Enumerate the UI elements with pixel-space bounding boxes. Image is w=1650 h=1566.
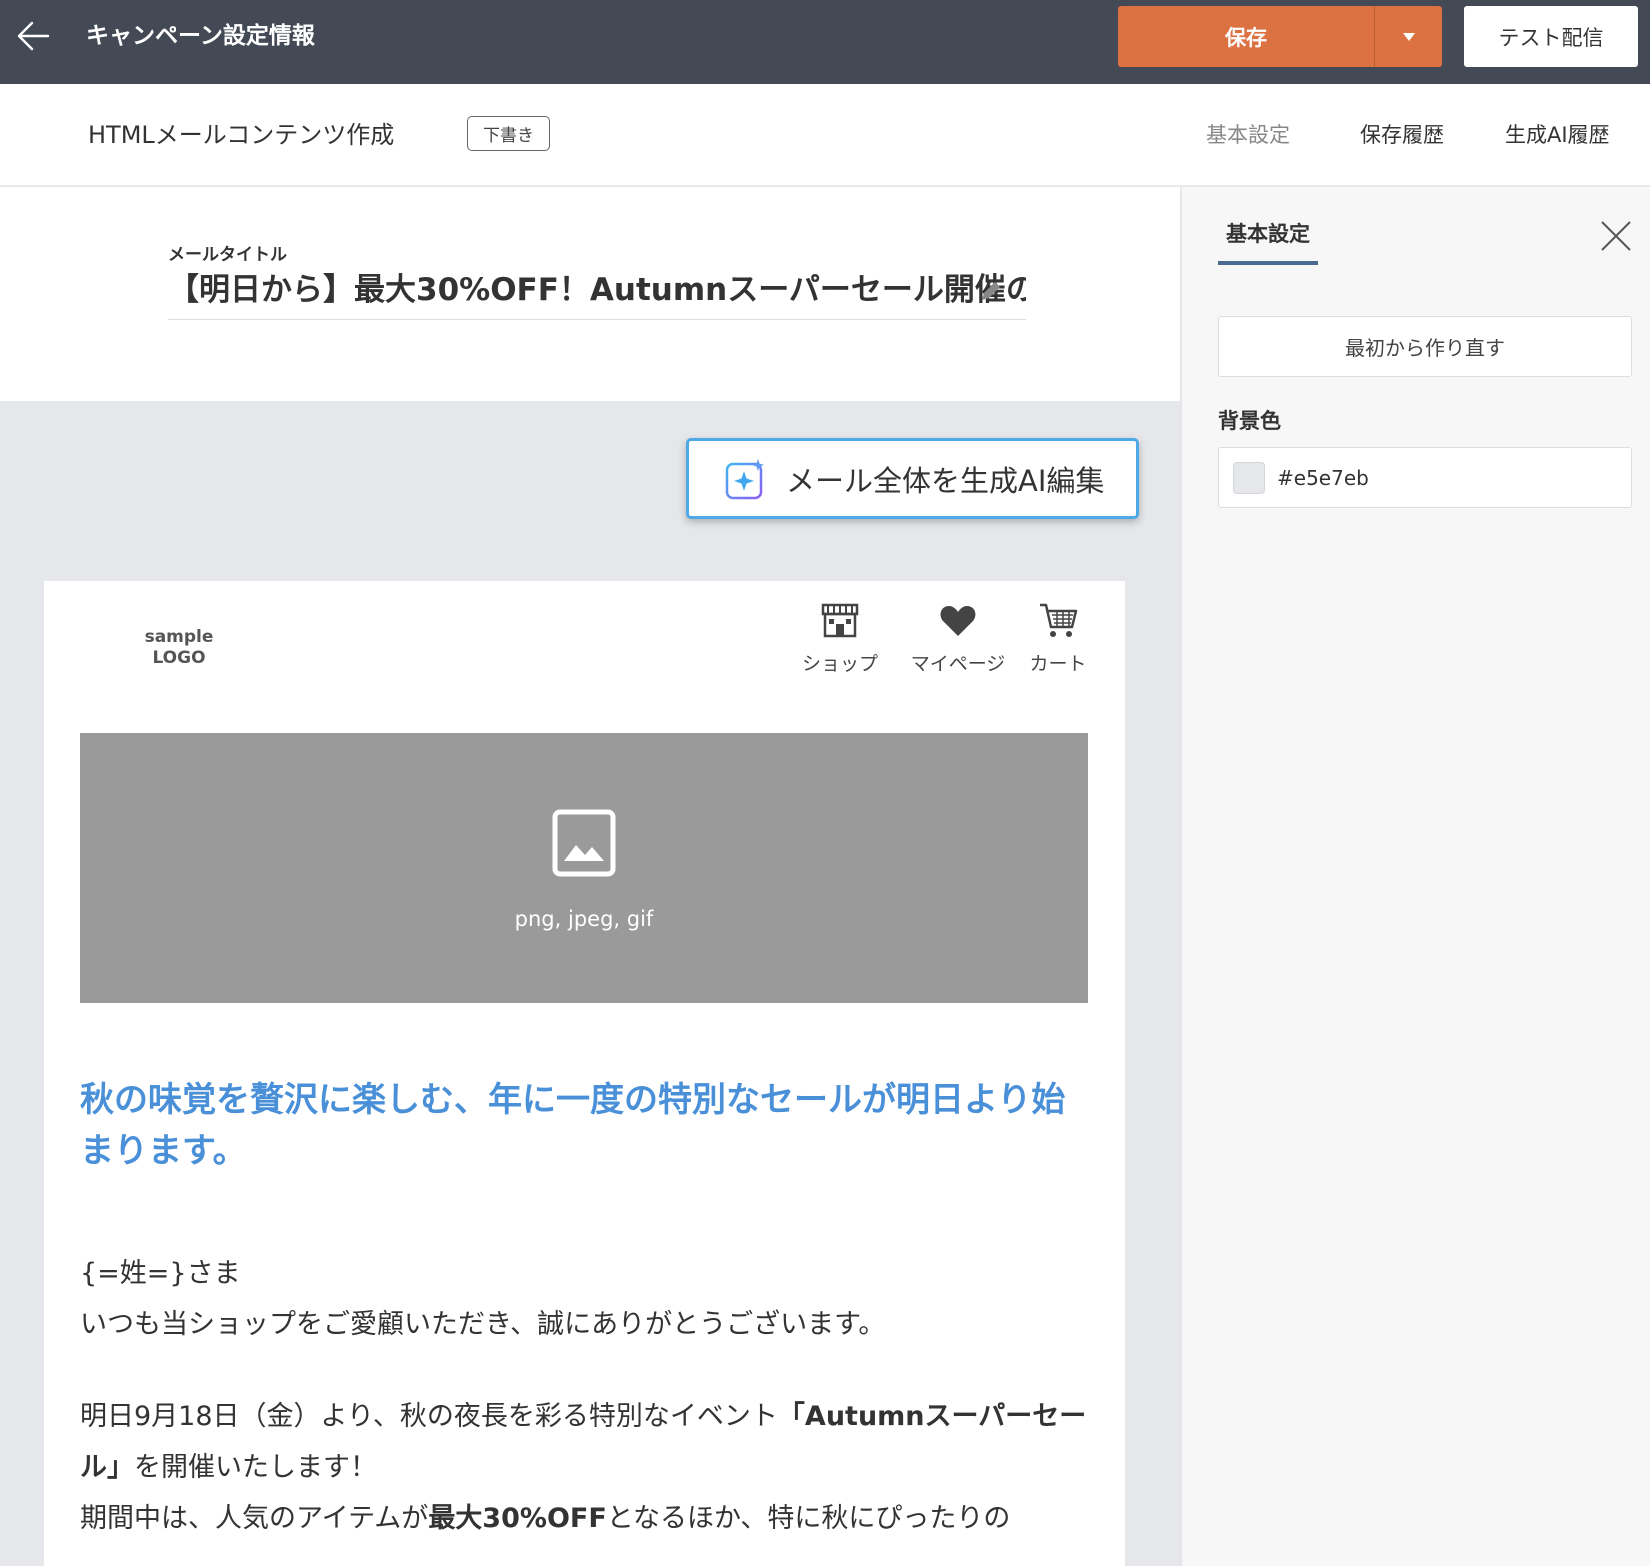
- bg-color-value: #e5e7eb: [1277, 465, 1369, 490]
- save-button-group: 保存: [1118, 6, 1442, 67]
- ai-sparkle-icon: [725, 458, 764, 499]
- nav-cart[interactable]: カート: [1018, 601, 1098, 676]
- reset-button[interactable]: 最初から作り直す: [1218, 316, 1632, 377]
- image-icon: [552, 809, 616, 877]
- bg-color-field[interactable]: #e5e7eb: [1218, 447, 1632, 508]
- mail-title-input[interactable]: 【明日から】最大30%OFF！Autumnスーパーセール開催の: [168, 265, 1026, 315]
- color-swatch[interactable]: [1233, 461, 1265, 494]
- paragraph-2-bold: 最大30%OFF: [428, 1503, 607, 1534]
- logo-line-2: LOGO: [152, 648, 206, 668]
- save-button[interactable]: 保存: [1118, 6, 1374, 67]
- heart-icon: [940, 606, 976, 636]
- test-send-button[interactable]: テスト配信: [1464, 6, 1638, 67]
- sub-header: HTMLメールコンテンツ作成 下書き 基本設定 保存履歴 生成AI履歴: [0, 84, 1650, 186]
- caret-down-icon: [1402, 32, 1415, 41]
- logo[interactable]: sample LOGO: [125, 627, 233, 669]
- panel-tab-basic-settings[interactable]: 基本設定: [1218, 217, 1318, 265]
- top-bar: キャンペーン設定情報 保存 テスト配信: [0, 0, 1650, 84]
- settings-panel: 基本設定 最初から作り直す 背景色 #e5e7eb: [1181, 187, 1650, 1566]
- ai-edit-label: メール全体を生成AI編集: [786, 463, 1105, 498]
- page-title: キャンペーン設定情報: [86, 23, 315, 49]
- nav-shop[interactable]: ショップ: [795, 601, 885, 676]
- hero-formats-text: png, jpeg, gif: [514, 907, 654, 931]
- ai-edit-button[interactable]: メール全体を生成AI編集: [686, 438, 1139, 519]
- hero-image-placeholder[interactable]: png, jpeg, gif: [80, 733, 1088, 1003]
- paragraph-1-text-end: を開催いたします！: [134, 1452, 377, 1483]
- shop-icon: [821, 603, 859, 638]
- editor-area: メールタイトル 【明日から】最大30%OFF！Autumnスーパーセール開催の …: [0, 187, 1180, 1566]
- close-icon[interactable]: [1599, 219, 1633, 253]
- tab-save-history[interactable]: 保存履歴: [1360, 120, 1444, 150]
- logo-line-1: sample: [144, 627, 214, 647]
- email-preview: sample LOGO ショップ マイページ カート png, jpeg, gi…: [44, 581, 1125, 1566]
- email-paragraph-2[interactable]: 期間中は、人気のアイテムが最大30%OFFとなるほか、特に秋にぴったりの: [80, 1493, 1090, 1544]
- back-arrow-icon[interactable]: [14, 16, 54, 56]
- status-badge: 下書き: [467, 116, 550, 151]
- nav-mypage[interactable]: マイページ: [902, 601, 1014, 676]
- paragraph-2-text: 期間中は、人気のアイテムが: [80, 1503, 429, 1534]
- mail-title-section: メールタイトル 【明日から】最大30%OFF！Autumnスーパーセール開催の: [0, 187, 1180, 401]
- email-intro[interactable]: いつも当ショップをご愛顧いただき、誠にありがとうございます。: [80, 1299, 1090, 1350]
- email-paragraph-1[interactable]: 明日9月18日（金）より、秋の夜長を彩る特別なイベント「Autumnスーパーセー…: [80, 1391, 1090, 1493]
- save-dropdown-button[interactable]: [1375, 6, 1442, 67]
- tab-ai-history[interactable]: 生成AI履歴: [1505, 120, 1610, 150]
- paragraph-2-text-end: となるほか、特に秋にぴったりの: [606, 1503, 1011, 1534]
- mail-title-field[interactable]: 【明日から】最大30%OFF！Autumnスーパーセール開催の: [168, 265, 1026, 320]
- nav-cart-label: カート: [1029, 653, 1087, 675]
- nav-shop-label: ショップ: [801, 653, 878, 675]
- editor-title: HTMLメールコンテンツ作成: [88, 121, 395, 149]
- paragraph-1-text: 明日9月18日（金）より、秋の夜長を彩る特別なイベント: [80, 1401, 778, 1432]
- cart-icon: [1040, 603, 1078, 637]
- tab-basic-settings[interactable]: 基本設定: [1206, 120, 1290, 150]
- email-greeting[interactable]: {=姓=}さま: [80, 1248, 1090, 1299]
- pencil-icon[interactable]: [978, 278, 1004, 304]
- mail-title-label: メールタイトル: [168, 245, 287, 265]
- email-headline[interactable]: 秋の味覚を贅沢に楽しむ、年に一度の特別なセールが明日より始まります。: [80, 1075, 1090, 1177]
- nav-mypage-label: マイページ: [910, 653, 1006, 675]
- bg-color-label: 背景色: [1218, 409, 1281, 433]
